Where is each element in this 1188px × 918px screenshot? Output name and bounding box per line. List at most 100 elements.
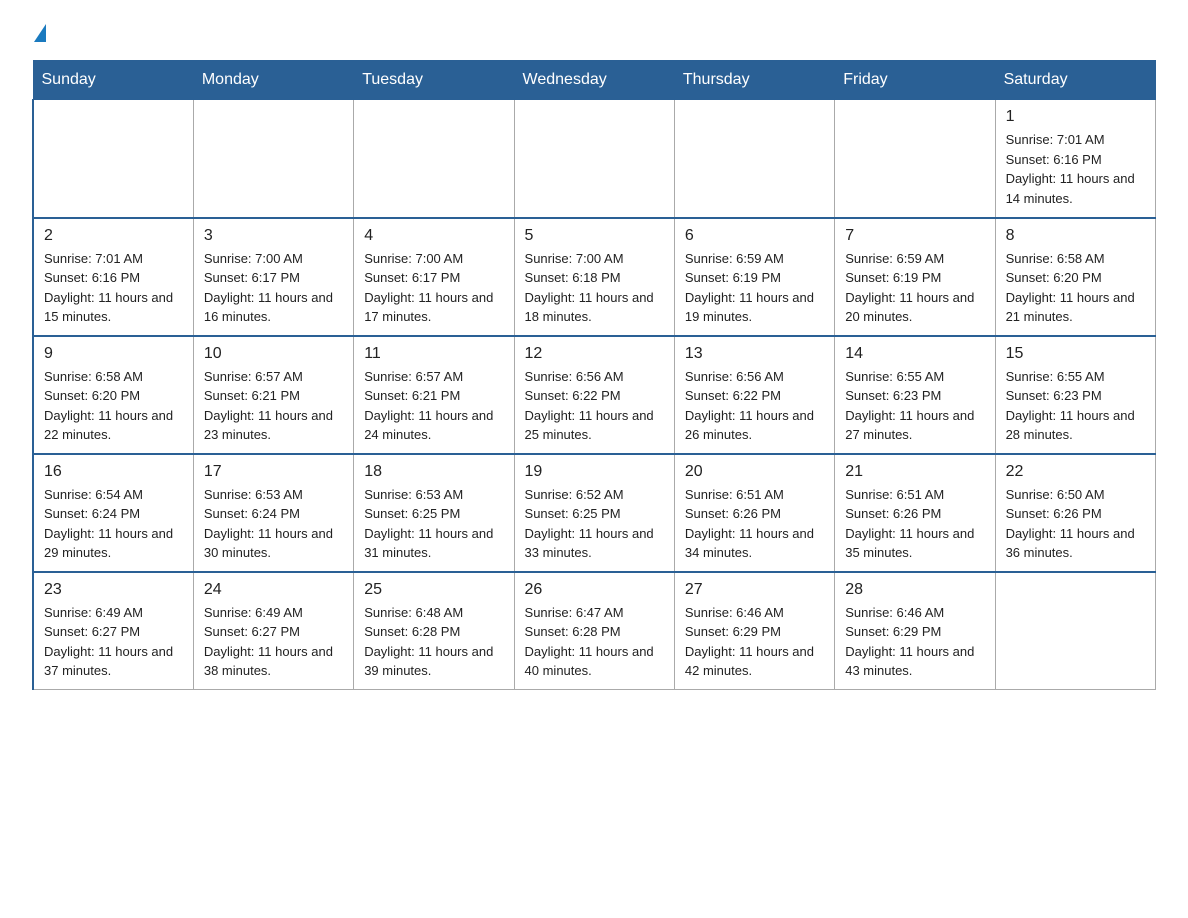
- calendar-cell: 15 Sunrise: 6:55 AMSunset: 6:23 PMDayligh…: [995, 336, 1155, 454]
- sunset-text: Sunset: 6:25 PM: [525, 504, 664, 524]
- sunset-text: Sunset: 6:23 PM: [845, 386, 984, 406]
- daylight-text: Daylight: 11 hours and 34 minutes.: [685, 524, 824, 563]
- sunrise-text: Sunrise: 6:53 AM: [364, 485, 503, 505]
- sunset-text: Sunset: 6:29 PM: [845, 622, 984, 642]
- daylight-text: Daylight: 11 hours and 18 minutes.: [525, 288, 664, 327]
- day-info: Sunrise: 6:49 AMSunset: 6:27 PMDaylight:…: [204, 603, 343, 681]
- daylight-text: Daylight: 11 hours and 30 minutes.: [204, 524, 343, 563]
- header-tuesday: Tuesday: [354, 61, 514, 100]
- header-saturday: Saturday: [995, 61, 1155, 100]
- day-info: Sunrise: 7:01 AMSunset: 6:16 PMDaylight:…: [44, 249, 183, 327]
- sunset-text: Sunset: 6:26 PM: [1006, 504, 1145, 524]
- daylight-text: Daylight: 11 hours and 23 minutes.: [204, 406, 343, 445]
- day-info: Sunrise: 6:56 AMSunset: 6:22 PMDaylight:…: [525, 367, 664, 445]
- sunrise-text: Sunrise: 6:59 AM: [845, 249, 984, 269]
- daylight-text: Daylight: 11 hours and 38 minutes.: [204, 642, 343, 681]
- calendar-cell: 24 Sunrise: 6:49 AMSunset: 6:27 PMDayligh…: [193, 572, 353, 690]
- day-info: Sunrise: 7:01 AMSunset: 6:16 PMDaylight:…: [1006, 130, 1145, 208]
- sunset-text: Sunset: 6:25 PM: [364, 504, 503, 524]
- daylight-text: Daylight: 11 hours and 21 minutes.: [1006, 288, 1145, 327]
- calendar-week-row: 1 Sunrise: 7:01 AMSunset: 6:16 PMDaylight…: [33, 100, 1156, 218]
- sunrise-text: Sunrise: 6:57 AM: [204, 367, 343, 387]
- sunset-text: Sunset: 6:22 PM: [685, 386, 824, 406]
- day-number: 15: [1006, 345, 1145, 363]
- day-number: 19: [525, 463, 664, 481]
- sunset-text: Sunset: 6:23 PM: [1006, 386, 1145, 406]
- calendar-cell: 7 Sunrise: 6:59 AMSunset: 6:19 PMDaylight…: [835, 218, 995, 336]
- weekday-header-row: Sunday Monday Tuesday Wednesday Thursday…: [33, 61, 1156, 100]
- daylight-text: Daylight: 11 hours and 29 minutes.: [44, 524, 183, 563]
- header-monday: Monday: [193, 61, 353, 100]
- sunrise-text: Sunrise: 6:52 AM: [525, 485, 664, 505]
- sunrise-text: Sunrise: 7:00 AM: [525, 249, 664, 269]
- page-header: [32, 24, 1156, 42]
- sunset-text: Sunset: 6:20 PM: [1006, 268, 1145, 288]
- sunrise-text: Sunrise: 6:51 AM: [845, 485, 984, 505]
- sunrise-text: Sunrise: 6:56 AM: [525, 367, 664, 387]
- sunset-text: Sunset: 6:26 PM: [845, 504, 984, 524]
- sunrise-text: Sunrise: 7:01 AM: [44, 249, 183, 269]
- calendar-cell: 19Sunrise: 6:52 AMSunset: 6:25 PMDayligh…: [514, 454, 674, 572]
- sunset-text: Sunset: 6:21 PM: [204, 386, 343, 406]
- sunset-text: Sunset: 6:28 PM: [364, 622, 503, 642]
- day-number: 21: [845, 463, 984, 481]
- sunset-text: Sunset: 6:22 PM: [525, 386, 664, 406]
- day-number: 6: [685, 227, 824, 245]
- day-info: Sunrise: 6:51 AMSunset: 6:26 PMDaylight:…: [685, 485, 824, 563]
- day-number: 3: [204, 227, 343, 245]
- day-info: Sunrise: 6:59 AMSunset: 6:19 PMDaylight:…: [845, 249, 984, 327]
- sunset-text: Sunset: 6:16 PM: [44, 268, 183, 288]
- sunrise-text: Sunrise: 6:55 AM: [845, 367, 984, 387]
- sunset-text: Sunset: 6:24 PM: [204, 504, 343, 524]
- calendar-cell: 23Sunrise: 6:49 AMSunset: 6:27 PMDayligh…: [33, 572, 193, 690]
- day-number: 8: [1006, 227, 1145, 245]
- calendar-cell: [514, 100, 674, 218]
- day-info: Sunrise: 6:48 AMSunset: 6:28 PMDaylight:…: [364, 603, 503, 681]
- day-info: Sunrise: 6:59 AMSunset: 6:19 PMDaylight:…: [685, 249, 824, 327]
- day-info: Sunrise: 6:58 AMSunset: 6:20 PMDaylight:…: [1006, 249, 1145, 327]
- sunset-text: Sunset: 6:28 PM: [525, 622, 664, 642]
- day-info: Sunrise: 6:55 AMSunset: 6:23 PMDaylight:…: [1006, 367, 1145, 445]
- daylight-text: Daylight: 11 hours and 40 minutes.: [525, 642, 664, 681]
- day-number: 1: [1006, 108, 1145, 126]
- sunset-text: Sunset: 6:20 PM: [44, 386, 183, 406]
- daylight-text: Daylight: 11 hours and 37 minutes.: [44, 642, 183, 681]
- sunset-text: Sunset: 6:21 PM: [364, 386, 503, 406]
- calendar-cell: [354, 100, 514, 218]
- day-number: 12: [525, 345, 664, 363]
- day-number: 7: [845, 227, 984, 245]
- sunrise-text: Sunrise: 6:46 AM: [685, 603, 824, 623]
- day-number: 16: [44, 463, 183, 481]
- calendar-cell: 28Sunrise: 6:46 AMSunset: 6:29 PMDayligh…: [835, 572, 995, 690]
- day-number: 4: [364, 227, 503, 245]
- sunset-text: Sunset: 6:29 PM: [685, 622, 824, 642]
- daylight-text: Daylight: 11 hours and 19 minutes.: [685, 288, 824, 327]
- daylight-text: Daylight: 11 hours and 36 minutes.: [1006, 524, 1145, 563]
- sunrise-text: Sunrise: 7:00 AM: [364, 249, 503, 269]
- day-number: 14: [845, 345, 984, 363]
- sunrise-text: Sunrise: 6:47 AM: [525, 603, 664, 623]
- daylight-text: Daylight: 11 hours and 42 minutes.: [685, 642, 824, 681]
- sunrise-text: Sunrise: 6:46 AM: [845, 603, 984, 623]
- daylight-text: Daylight: 11 hours and 15 minutes.: [44, 288, 183, 327]
- sunset-text: Sunset: 6:27 PM: [204, 622, 343, 642]
- calendar-cell: 20Sunrise: 6:51 AMSunset: 6:26 PMDayligh…: [674, 454, 834, 572]
- header-friday: Friday: [835, 61, 995, 100]
- sunrise-text: Sunrise: 7:01 AM: [1006, 130, 1145, 150]
- day-number: 24: [204, 581, 343, 599]
- daylight-text: Daylight: 11 hours and 39 minutes.: [364, 642, 503, 681]
- daylight-text: Daylight: 11 hours and 31 minutes.: [364, 524, 503, 563]
- calendar-cell: 12 Sunrise: 6:56 AMSunset: 6:22 PMDayligh…: [514, 336, 674, 454]
- logo: [32, 24, 46, 42]
- daylight-text: Daylight: 11 hours and 20 minutes.: [845, 288, 984, 327]
- calendar-cell: 5Sunrise: 7:00 AMSunset: 6:18 PMDaylight…: [514, 218, 674, 336]
- calendar-week-row: 9Sunrise: 6:58 AMSunset: 6:20 PMDaylight…: [33, 336, 1156, 454]
- day-number: 25: [364, 581, 503, 599]
- day-number: 22: [1006, 463, 1145, 481]
- day-number: 13: [685, 345, 824, 363]
- day-info: Sunrise: 6:57 AMSunset: 6:21 PMDaylight:…: [364, 367, 503, 445]
- sunset-text: Sunset: 6:27 PM: [44, 622, 183, 642]
- sunset-text: Sunset: 6:26 PM: [685, 504, 824, 524]
- calendar-cell: [835, 100, 995, 218]
- sunrise-text: Sunrise: 6:48 AM: [364, 603, 503, 623]
